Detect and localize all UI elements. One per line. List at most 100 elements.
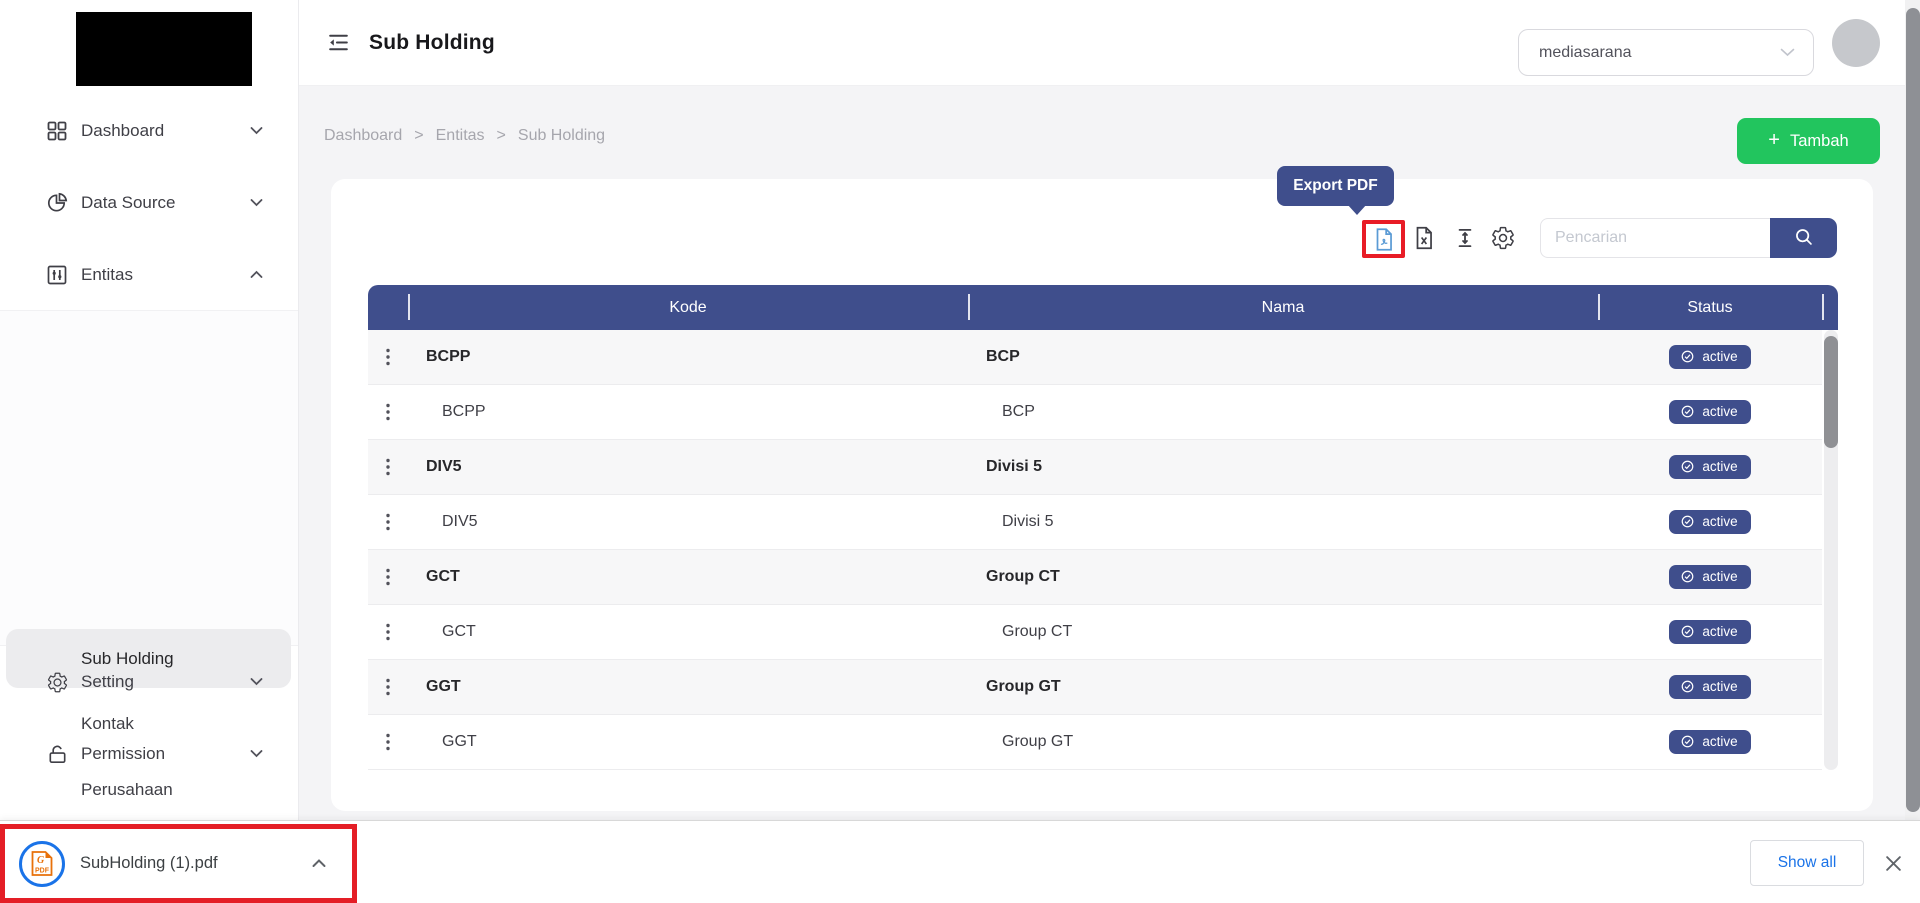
table-row: GGT Group GT active (368, 715, 1822, 770)
cell-nama: Divisi 5 (968, 513, 1598, 531)
check-circle-icon (1680, 569, 1695, 584)
annotation-highlight-box: GPDF SubHolding (1).pdf (0, 824, 357, 903)
sidebar-item-label: Data Source (81, 193, 176, 213)
tenant-dropdown-value: mediasarana (1539, 44, 1780, 62)
sidebar-item-dashboard[interactable]: Dashboard (0, 107, 299, 155)
show-all-button[interactable]: Show all (1750, 840, 1864, 886)
row-height-icon[interactable] (1452, 225, 1478, 251)
breadcrumb-dashboard[interactable]: Dashboard (324, 127, 402, 145)
status-badge: active (1669, 345, 1750, 369)
search-input[interactable] (1540, 218, 1770, 258)
tenant-dropdown[interactable]: mediasarana (1518, 29, 1814, 76)
table-header: Kode Nama Status (368, 285, 1838, 330)
cell-nama: Group GT (968, 733, 1598, 751)
downloaded-file-name: SubHolding (1).pdf (80, 854, 218, 873)
breadcrumb-entitas[interactable]: Entitas (436, 127, 485, 145)
dashboard-grid-icon (45, 119, 69, 143)
header-kode: Kode (408, 299, 968, 317)
header-status: Status (1598, 299, 1822, 317)
row-menu-kebab-icon[interactable] (379, 731, 397, 753)
breadcrumb-separator: > (497, 127, 506, 145)
table-settings-icon[interactable] (1490, 225, 1516, 251)
row-menu-kebab-icon[interactable] (379, 566, 397, 588)
status-badge-label: active (1702, 734, 1737, 749)
sidebar-item-data-source[interactable]: Data Source (0, 179, 299, 227)
svg-text:PDF: PDF (35, 868, 50, 875)
row-menu-kebab-icon[interactable] (379, 456, 397, 478)
table-body: BCPP BCP active BCPP BCP active (368, 330, 1822, 770)
status-badge-label: active (1702, 514, 1737, 529)
page-scrollbar-thumb[interactable] (1906, 8, 1920, 812)
downloaded-file-chip[interactable]: GPDF SubHolding (1).pdf (5, 829, 352, 898)
status-badge-label: active (1702, 679, 1737, 694)
table-scrollbar-thumb[interactable] (1824, 336, 1838, 448)
export-excel-icon[interactable] (1411, 225, 1437, 251)
status-badge-label: active (1702, 404, 1737, 419)
breadcrumb-current: Sub Holding (518, 127, 605, 145)
sidebar-item-setting[interactable]: Setting (0, 658, 299, 706)
row-menu-kebab-icon[interactable] (379, 511, 397, 533)
row-menu-kebab-icon[interactable] (379, 346, 397, 368)
search-button[interactable] (1770, 218, 1837, 258)
app-screen: Dashboard Data Source Entitas Sub Holdin… (0, 0, 1920, 903)
chevron-down-icon (1780, 44, 1795, 62)
table-row: BCPP BCP active (368, 330, 1822, 385)
search-group (1540, 218, 1837, 258)
check-circle-icon (1680, 349, 1695, 364)
status-badge: active (1669, 620, 1750, 644)
status-badge: active (1669, 565, 1750, 589)
check-circle-icon (1680, 514, 1695, 529)
sidebar-item-label: Perusahaan (81, 780, 173, 800)
cell-kode: GCT (408, 623, 968, 641)
gear-icon (45, 670, 69, 694)
chevron-up-icon[interactable] (312, 855, 326, 873)
cell-nama: Divisi 5 (968, 458, 1598, 476)
status-badge-label: active (1702, 569, 1737, 584)
tooltip-label: Export PDF (1293, 177, 1377, 195)
cell-kode: DIV5 (408, 458, 968, 476)
close-icon[interactable] (1882, 852, 1904, 874)
download-shelf: GPDF SubHolding (1).pdf Show all (0, 820, 1920, 903)
pie-chart-icon (45, 191, 69, 215)
check-circle-icon (1680, 404, 1695, 419)
status-badge-label: active (1702, 459, 1737, 474)
plus-icon: + (1768, 129, 1780, 152)
status-badge-label: active (1702, 624, 1737, 639)
header-nama: Nama (968, 299, 1598, 317)
row-menu-kebab-icon[interactable] (379, 621, 397, 643)
annotation-highlight-box (1362, 220, 1405, 258)
sidebar: Dashboard Data Source Entitas Sub Holdin… (0, 0, 299, 820)
table-scrollbar-track (1824, 330, 1838, 770)
cell-nama: BCP (968, 348, 1598, 366)
column-divider (1822, 294, 1824, 320)
pdf-file-icon: GPDF (19, 841, 65, 887)
check-circle-icon (1680, 459, 1695, 474)
breadcrumb: Dashboard > Entitas > Sub Holding (324, 127, 605, 145)
cell-kode: GCT (408, 568, 968, 586)
sidebar-item-label: Permission (81, 744, 165, 764)
cell-nama: Group CT (968, 568, 1598, 586)
table-row: GGT Group GT active (368, 660, 1822, 715)
breadcrumb-separator: > (414, 127, 423, 145)
cell-kode: DIV5 (408, 513, 968, 531)
chevron-up-icon (250, 266, 263, 284)
sidebar-item-entitas[interactable]: Entitas (0, 251, 299, 299)
status-badge: active (1669, 675, 1750, 699)
menu-fold-icon[interactable] (325, 30, 351, 56)
status-badge: active (1669, 455, 1750, 479)
user-avatar[interactable] (1832, 19, 1880, 67)
row-menu-kebab-icon[interactable] (379, 401, 397, 423)
chevron-down-icon (250, 745, 263, 763)
export-pdf-icon[interactable] (1371, 226, 1397, 252)
status-badge: active (1669, 510, 1750, 534)
add-button[interactable]: + Tambah (1737, 118, 1880, 164)
row-menu-kebab-icon[interactable] (379, 676, 397, 698)
entitas-submenu: Sub Holding Kontak Perusahaan Bisnis Uni… (0, 310, 298, 646)
check-circle-icon (1680, 679, 1695, 694)
sidebar-item-permission[interactable]: Permission (0, 730, 299, 778)
page-title: Sub Holding (369, 31, 495, 55)
unlock-icon (45, 742, 69, 766)
column-divider (408, 294, 410, 320)
add-button-label: Tambah (1790, 132, 1849, 151)
cell-nama: BCP (968, 403, 1598, 421)
